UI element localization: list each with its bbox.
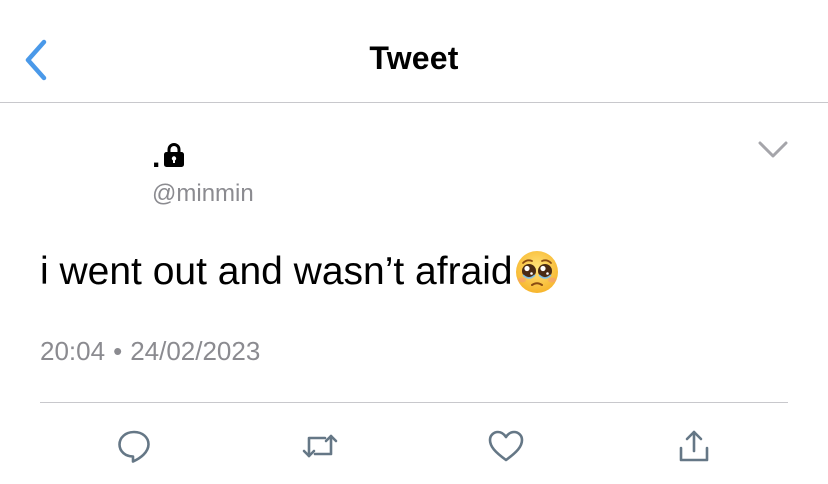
tweet-body: i went out and wasn’t afraid xyxy=(40,250,559,294)
reply-button[interactable] xyxy=(114,426,154,466)
tweet-timestamp: 20:04 • 24/02/2023 xyxy=(40,336,260,367)
retweet-button[interactable] xyxy=(300,426,340,466)
reply-icon xyxy=(118,430,150,463)
more-options-button[interactable] xyxy=(756,138,790,162)
author-handle: @minmin xyxy=(152,180,254,207)
heart-icon xyxy=(488,430,524,462)
author-display-name: . xyxy=(152,141,161,174)
divider xyxy=(40,402,788,403)
page-title: Tweet xyxy=(369,40,459,76)
chevron-down-icon xyxy=(758,141,788,158)
pleading-face-emoji xyxy=(515,250,559,294)
author-name-row: . xyxy=(152,138,254,174)
share-icon xyxy=(679,430,709,462)
tweet-text: i went out and wasn’t afraid xyxy=(40,250,513,293)
like-button[interactable] xyxy=(486,426,526,466)
timestamp-separator: • xyxy=(113,336,123,366)
navigation-header: Tweet xyxy=(0,0,828,103)
tweet-date: 24/02/2023 xyxy=(130,336,261,366)
share-button[interactable] xyxy=(674,426,714,466)
tweet-time: 20:04 xyxy=(40,336,106,366)
tweet-detail-screen: Tweet . @minmin i went out and wasn’t af… xyxy=(0,0,828,484)
retweet-icon xyxy=(302,434,338,458)
tweet-author[interactable]: . @minmin xyxy=(152,138,254,208)
lock-icon xyxy=(163,142,185,168)
